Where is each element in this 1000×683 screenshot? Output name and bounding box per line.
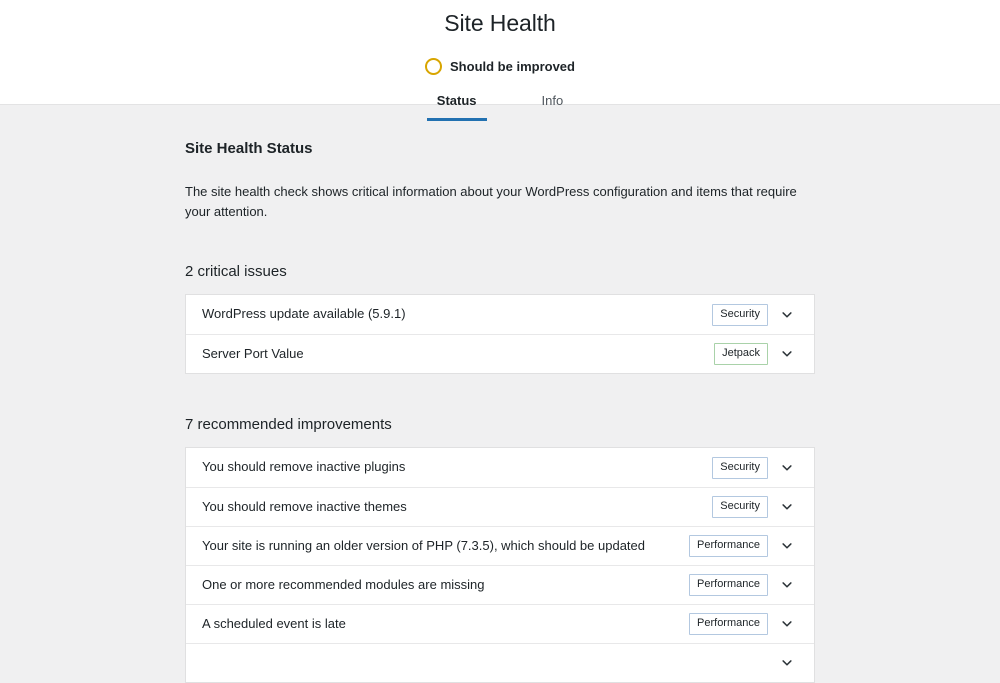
group-title: 2 critical issues (185, 261, 815, 282)
issue-title: Server Port Value (202, 345, 714, 363)
chevron-down-icon[interactable] (772, 492, 802, 522)
issue-category-badge: Performance (689, 574, 768, 596)
tab-status[interactable]: Status (427, 89, 487, 121)
issue-category-badge: Performance (689, 535, 768, 557)
issue-category-badge: Jetpack (714, 343, 768, 365)
issue-row[interactable]: Server Port ValueJetpack (186, 334, 814, 373)
issue-category-badge: Security (712, 304, 768, 326)
issue-card: WordPress update available (5.9.1)Securi… (185, 294, 815, 374)
status-label: Should be improved (450, 60, 575, 73)
issue-title: One or more recommended modules are miss… (202, 576, 689, 594)
page-header: Site Health Should be improved Status In… (0, 0, 1000, 105)
issue-row[interactable]: You should remove inactive pluginsSecuri… (186, 448, 814, 487)
chevron-down-icon[interactable] (772, 339, 802, 369)
issue-row[interactable]: One or more recommended modules are miss… (186, 565, 814, 604)
circle-outline-icon (425, 58, 442, 75)
issue-category-badge: Performance (689, 613, 768, 635)
chevron-down-icon[interactable] (772, 453, 802, 483)
chevron-down-icon[interactable] (772, 570, 802, 600)
issue-row[interactable]: Your site is running an older version of… (186, 526, 814, 565)
page-title: Site Health (0, 9, 1000, 39)
issue-title: A scheduled event is late (202, 615, 689, 633)
chevron-down-icon[interactable] (772, 531, 802, 561)
group-title: 7 recommended improvements (185, 414, 815, 435)
issue-row[interactable]: A scheduled event is latePerformance (186, 604, 814, 643)
issue-row[interactable] (186, 643, 814, 682)
issue-category-badge: Security (712, 496, 768, 518)
chevron-down-icon[interactable] (772, 609, 802, 639)
issue-row[interactable]: WordPress update available (5.9.1)Securi… (186, 295, 814, 334)
chevron-down-icon[interactable] (772, 300, 802, 330)
issue-title: WordPress update available (5.9.1) (202, 305, 712, 323)
section-title: Site Health Status (185, 138, 815, 159)
main-content: Site Health Status The site health check… (185, 105, 815, 683)
issue-groups: 2 critical issues WordPress update availa… (185, 261, 815, 683)
section-description: The site health check shows critical inf… (185, 182, 815, 221)
tab-bar: Status Info (0, 89, 1000, 121)
issue-title: You should remove inactive plugins (202, 458, 712, 476)
tab-info[interactable]: Info (532, 89, 574, 121)
issue-title: Your site is running an older version of… (202, 537, 689, 555)
chevron-down-icon[interactable] (772, 648, 802, 678)
issue-category-badge: Security (712, 457, 768, 479)
issue-card: You should remove inactive pluginsSecuri… (185, 447, 815, 683)
issue-row[interactable]: You should remove inactive themesSecurit… (186, 487, 814, 526)
issue-title: You should remove inactive themes (202, 498, 712, 516)
status-badge: Should be improved (0, 58, 1000, 75)
